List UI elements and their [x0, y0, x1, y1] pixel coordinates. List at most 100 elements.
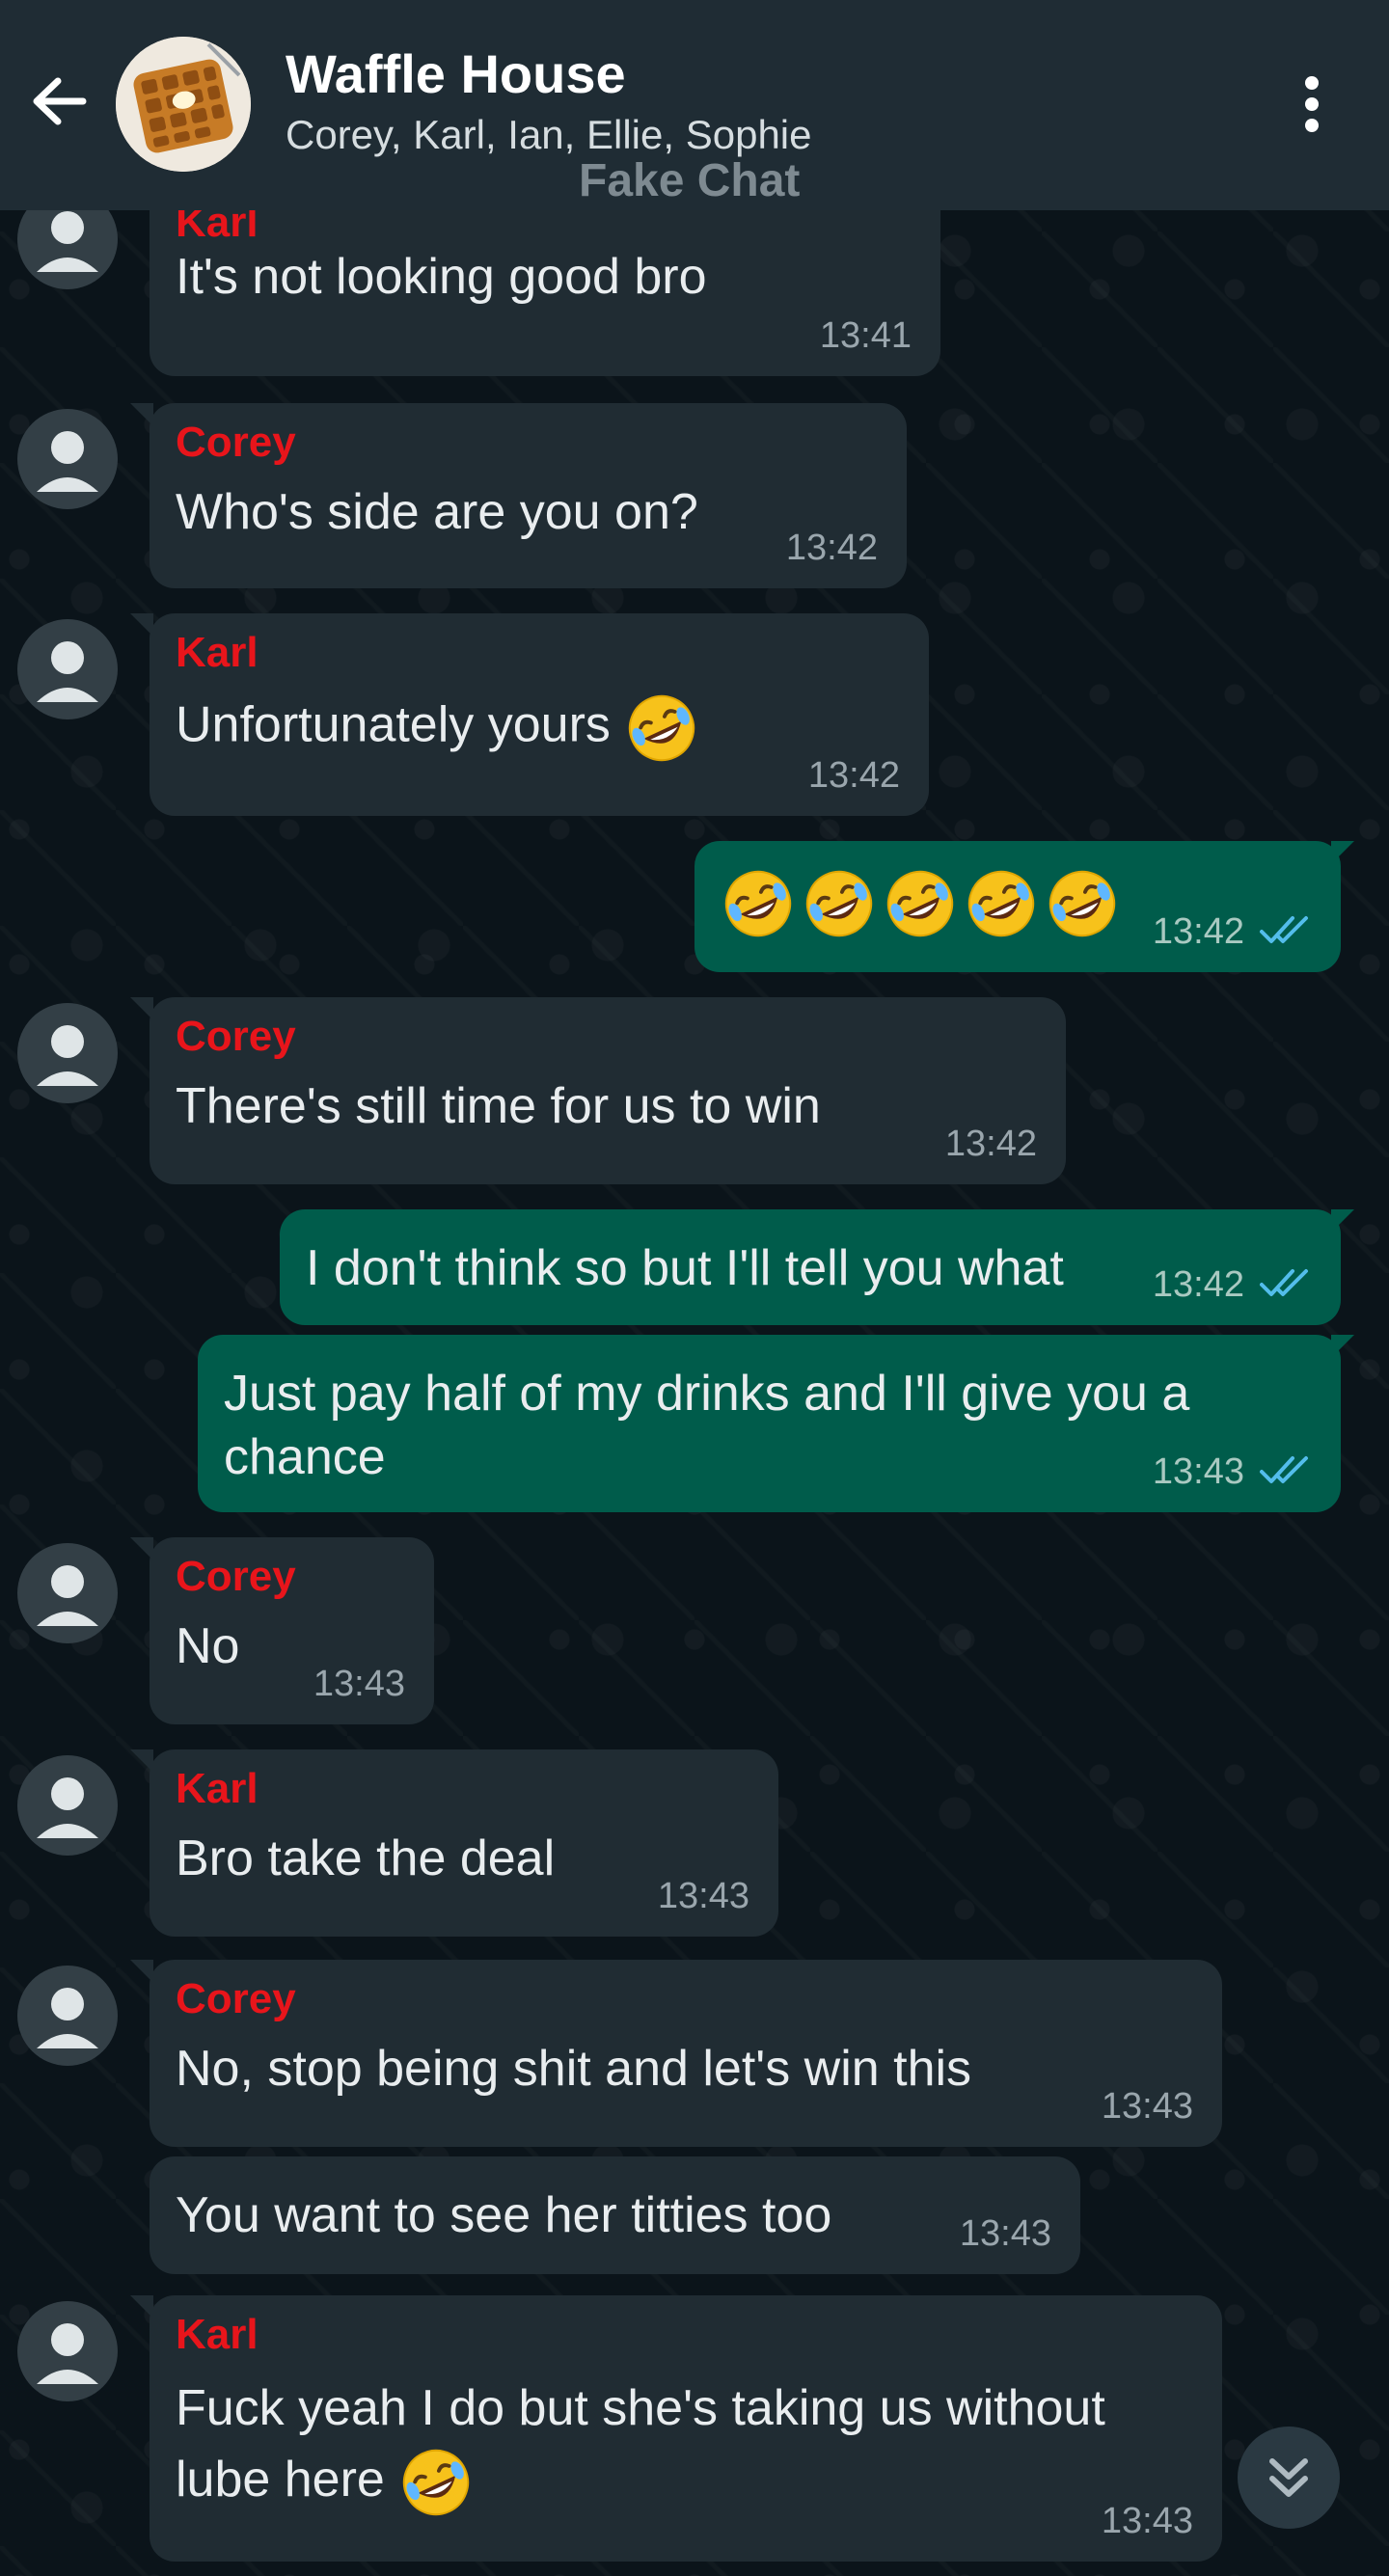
sender-name[interactable]: Corey: [176, 1013, 296, 1061]
bubble-tail: [130, 403, 153, 426]
person-icon: [37, 2323, 98, 2384]
message-text-content: There's still time for us to win: [176, 1078, 821, 1134]
sender-avatar[interactable]: [17, 1003, 118, 1103]
message-timestamp: 13:42: [807, 755, 900, 796]
rolling-on-floor-laughing-emoji: [967, 870, 1035, 937]
message-bubble[interactable]: Corey No 13:43: [130, 1537, 434, 1724]
read-ticks-icon: [1260, 1269, 1308, 1296]
message-text-content: Fuck yeah I do but she's taking us witho…: [176, 2380, 1105, 2508]
message-text-content: You want to see her titties too: [176, 2187, 832, 2243]
message-bubble[interactable]: Karl Fuck yeah I do but she's taking us w…: [130, 2295, 1222, 2562]
sender-name[interactable]: Corey: [176, 1975, 296, 2023]
message-bubble[interactable]: Karl Bro take the deal 13:43: [130, 1749, 778, 1937]
message-text: Just pay half of my drinks and I'll give…: [224, 1362, 1304, 1489]
message-text: There's still time for us to win: [176, 1074, 821, 1138]
message-timestamp: 13:42: [1152, 1264, 1244, 1305]
bubble-tail: [1331, 841, 1354, 864]
group-avatar[interactable]: [116, 37, 251, 172]
scroll-down-button[interactable]: [1238, 2427, 1340, 2529]
back-button[interactable]: [25, 68, 93, 135]
message-timestamp: 13:43: [959, 2213, 1051, 2254]
message-bubble[interactable]: Karl It's not looking good bro 13:41: [130, 183, 940, 376]
sender-name[interactable]: Karl: [176, 1765, 259, 1813]
sender-avatar[interactable]: [17, 409, 118, 509]
message-timestamp: 13:43: [1152, 1451, 1244, 1492]
message-timestamp: 13:42: [785, 528, 878, 568]
arrow-left-icon: [33, 77, 87, 125]
message-text: Fuck yeah I do but she's taking us witho…: [176, 2373, 1159, 2520]
person-icon: [37, 1565, 98, 1626]
bubble-tail: [130, 1960, 153, 1983]
message-timestamp: 13:41: [819, 315, 912, 356]
bubble-tail: [130, 1749, 153, 1773]
sender-name[interactable]: Karl: [176, 2311, 259, 2359]
message-text-content: Bro take the deal: [176, 1830, 556, 1886]
message-text: It's not looking good bro: [176, 245, 707, 309]
bubble-tail: [1331, 1209, 1354, 1233]
message-text: You want to see her titties too: [176, 2183, 831, 2247]
message-text: Bro take the deal: [176, 1827, 555, 1890]
rolling-on-floor-laughing-emoji: [886, 870, 954, 937]
sender-avatar[interactable]: [17, 2301, 118, 2401]
chat-title[interactable]: Waffle House: [286, 42, 626, 105]
message-timestamp: 13:43: [313, 1664, 405, 1704]
chat-header: Waffle House Corey, Karl, Ian, Ellie, So…: [0, 0, 1389, 210]
rolling-on-floor-laughing-emoji: [1049, 870, 1116, 937]
chat-members[interactable]: Corey, Karl, Ian, Ellie, Sophie: [286, 112, 812, 158]
message-bubble[interactable]: You want to see her titties too 13:43: [150, 2156, 1080, 2274]
more-vertical-icon: [1305, 76, 1319, 132]
message-text-content: Unfortunately yours: [176, 696, 611, 753]
sender-avatar[interactable]: [17, 1966, 118, 2066]
message-text-content: It's not looking good bro: [176, 249, 707, 305]
message-bubble[interactable]: Corey No, stop being shit and let's win t…: [130, 1960, 1222, 2147]
sender-avatar[interactable]: [17, 1755, 118, 1856]
message-text: Who's side are you on?: [176, 480, 698, 544]
bubble-tail: [130, 997, 153, 1020]
message-text: [721, 866, 1126, 941]
message-timestamp: 13:43: [1101, 2086, 1193, 2127]
person-icon: [37, 641, 98, 702]
message-timestamp: 13:42: [944, 1124, 1037, 1164]
rolling-on-floor-laughing-emoji: [805, 870, 873, 937]
sender-name[interactable]: Corey: [176, 419, 296, 467]
sender-name[interactable]: Karl: [176, 629, 259, 677]
waffle-image: [116, 37, 251, 172]
person-icon: [37, 1988, 98, 2048]
message-timestamp: 13:43: [1101, 2501, 1193, 2541]
rolling-on-floor-laughing-emoji: [724, 870, 792, 937]
person-icon: [37, 431, 98, 492]
watermark: Fake Chat: [579, 155, 801, 206]
message-text: No, stop being shit and let's win this: [176, 2037, 971, 2101]
message-text-content: No: [176, 1618, 240, 1674]
sender-avatar[interactable]: [17, 619, 118, 719]
message-text-content: Just pay half of my drinks and I'll give…: [224, 1366, 1190, 1485]
bubble-tail: [130, 2295, 153, 2318]
message-timestamp: 13:43: [657, 1876, 749, 1916]
bubble-tail: [130, 613, 153, 637]
bubble-tail: [130, 1537, 153, 1560]
message-bubble[interactable]: 13:42: [694, 841, 1354, 972]
bubble-tail: [1331, 1335, 1354, 1358]
rolling-on-floor-laughing-emoji: [629, 694, 695, 762]
read-ticks-icon: [1260, 916, 1308, 943]
rolling-on-floor-laughing-emoji: [403, 2450, 470, 2516]
message-text: No: [176, 1614, 239, 1678]
message-text-content: I don't think so but I'll tell you what: [306, 1240, 1064, 1296]
message-bubble[interactable]: Karl Unfortunately yours 13:42: [130, 613, 929, 816]
person-icon: [37, 1777, 98, 1838]
message-bubble[interactable]: Just pay half of my drinks and I'll give…: [198, 1335, 1354, 1512]
person-icon: [37, 1025, 98, 1086]
message-bubble[interactable]: Corey There's still time for us to win 13:…: [130, 997, 1066, 1184]
sender-name[interactable]: Corey: [176, 1553, 296, 1601]
message-bubble[interactable]: I don't think so but I'll tell you what 1…: [280, 1209, 1354, 1325]
message-text-content: Who's side are you on?: [176, 484, 698, 540]
message-text: I don't think so but I'll tell you what: [306, 1236, 1064, 1300]
read-ticks-icon: [1260, 1456, 1308, 1483]
message-text-content: No, stop being shit and let's win this: [176, 2041, 972, 2097]
double-chevron-down-icon: [1269, 2458, 1308, 2497]
message-text: Unfortunately yours: [176, 691, 699, 766]
message-bubble[interactable]: Corey Who's side are you on? 13:42: [130, 403, 907, 588]
message-timestamp: 13:42: [1152, 911, 1244, 952]
menu-button[interactable]: [1288, 73, 1336, 135]
sender-avatar[interactable]: [17, 1543, 118, 1643]
